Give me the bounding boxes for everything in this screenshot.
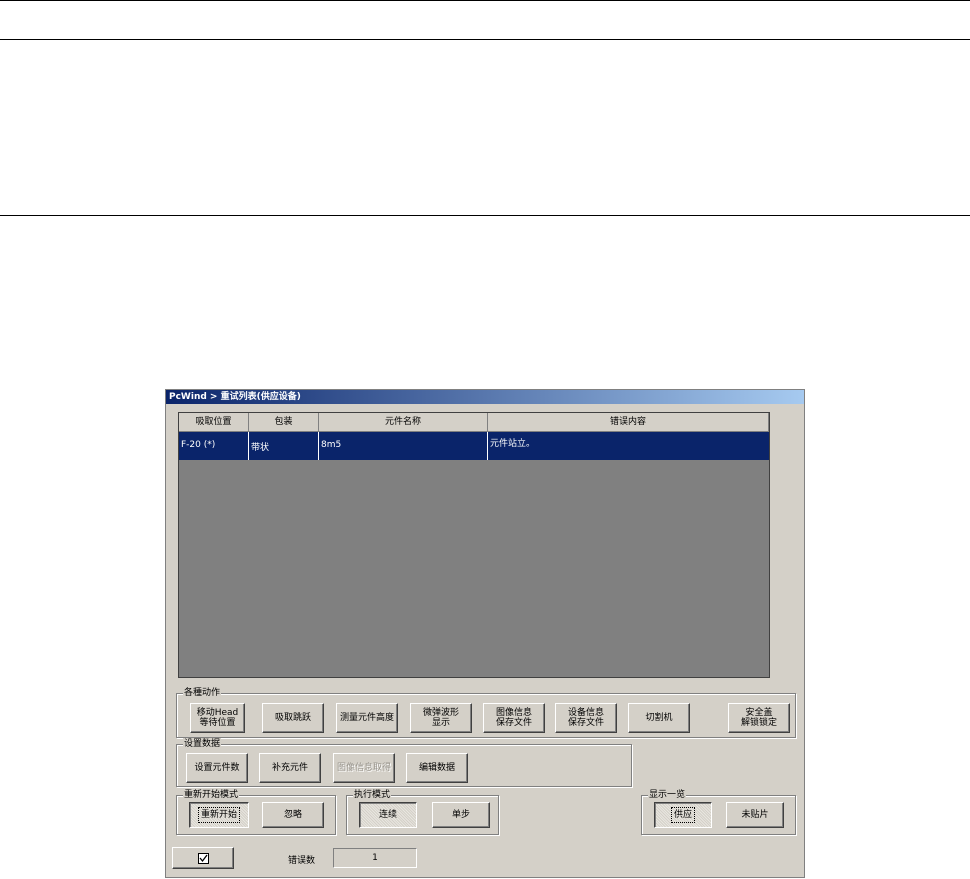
table-row[interactable]: F-20 (*) 带状 8m5 元件站立。 bbox=[179, 432, 769, 460]
checkbox-button[interactable] bbox=[172, 847, 234, 869]
ignore-button[interactable]: 忽略 bbox=[262, 802, 324, 828]
supply-view-button[interactable]: 供应 bbox=[654, 802, 712, 828]
setup-data-group: 设置数据 设置元件数 补充元件 图像信息取得 编辑数据 bbox=[176, 738, 632, 787]
cell-pickup-position: F-20 (*) bbox=[179, 432, 249, 460]
error-grid[interactable]: 吸取位置 包装 元件名称 错误内容 F-20 (*) 带状 8m5 元件站立。 bbox=[178, 412, 770, 678]
restart-button[interactable]: 重新开始 bbox=[189, 802, 249, 828]
execution-mode-group: 执行模式 连续 单步 bbox=[346, 789, 499, 835]
cell-package: 带状 bbox=[249, 432, 319, 460]
move-head-wait-button[interactable]: 移动Head 等待位置 bbox=[190, 703, 245, 733]
top-rule-1 bbox=[0, 0, 970, 1]
cell-part-name: 8m5 bbox=[319, 432, 488, 460]
cutter-button[interactable]: 切割机 bbox=[628, 703, 690, 733]
save-device-info-button[interactable]: 设备信息 保存文件 bbox=[555, 703, 617, 733]
set-part-count-button[interactable]: 设置元件数 bbox=[186, 753, 248, 783]
continuous-button[interactable]: 连续 bbox=[359, 802, 417, 828]
supply-parts-button[interactable]: 补充元件 bbox=[259, 753, 321, 783]
window-title: PcWind > 重试列表(供应设备) bbox=[166, 390, 804, 404]
actions-group-label: 各種动作 bbox=[183, 687, 222, 699]
restart-mode-group: 重新开始模式 重新开始 忽略 bbox=[176, 789, 336, 835]
top-rule-2 bbox=[0, 39, 970, 40]
safety-cover-unlock-button[interactable]: 安全盖 解锁锁定 bbox=[728, 703, 790, 733]
single-step-button[interactable]: 单步 bbox=[432, 802, 490, 828]
unmounted-view-button[interactable]: 未贴片 bbox=[726, 802, 784, 828]
col-header-pickup-position[interactable]: 吸取位置 bbox=[179, 413, 249, 432]
checkbox-icon bbox=[197, 852, 209, 864]
setup-data-group-label: 设置数据 bbox=[183, 738, 222, 750]
error-count-field: 1 bbox=[333, 848, 417, 868]
restart-mode-group-label: 重新开始模式 bbox=[183, 789, 240, 801]
cell-error-content: 元件站立。 bbox=[490, 439, 536, 449]
get-image-info-button[interactable]: 图像信息取得 bbox=[333, 753, 395, 783]
col-header-part-name[interactable]: 元件名称 bbox=[319, 413, 488, 432]
col-header-error-content[interactable]: 错误内容 bbox=[488, 413, 769, 432]
measure-part-height-button[interactable]: 测量元件高度 bbox=[336, 703, 398, 733]
edit-data-button[interactable]: 编辑数据 bbox=[406, 753, 468, 783]
save-image-info-button[interactable]: 图像信息 保存文件 bbox=[483, 703, 545, 733]
waveform-display-button[interactable]: 微弹波形 显示 bbox=[410, 703, 472, 733]
display-list-group: 显示一览 供应 未贴片 bbox=[641, 789, 796, 835]
error-count-label: 错误数 bbox=[288, 856, 316, 866]
pickup-skip-button[interactable]: 吸取跳跃 bbox=[262, 703, 324, 733]
top-rule-3 bbox=[0, 215, 970, 216]
display-list-group-label: 显示一览 bbox=[648, 789, 687, 801]
execution-mode-group-label: 执行模式 bbox=[353, 789, 392, 801]
retry-list-window: PcWind > 重试列表(供应设备) 吸取位置 包装 元件名称 错误内容 F-… bbox=[165, 389, 805, 878]
actions-group: 各種动作 移动Head 等待位置 吸取跳跃 测量元件高度 微弹波形 显示 图像信… bbox=[176, 687, 796, 738]
col-header-package[interactable]: 包装 bbox=[249, 413, 319, 432]
